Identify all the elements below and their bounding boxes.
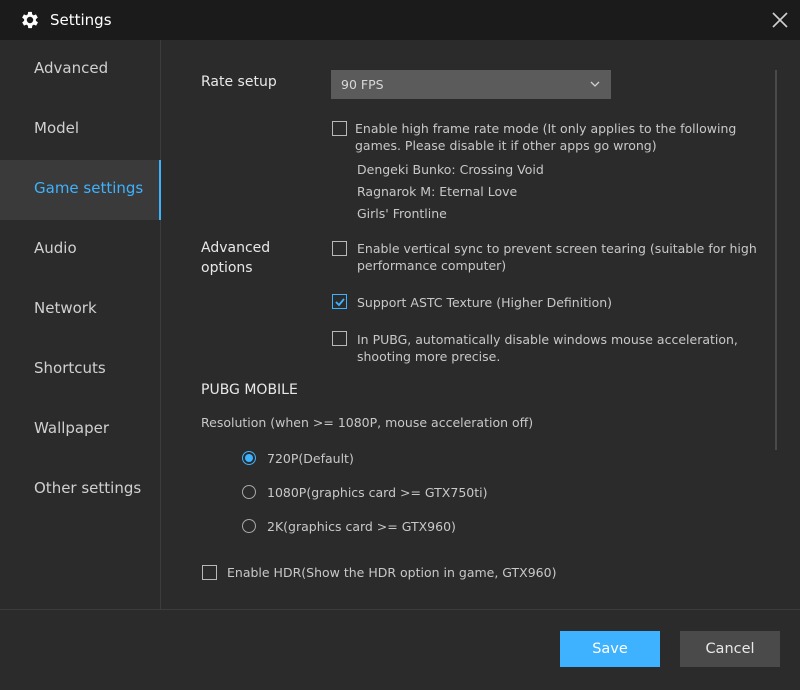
sidebar-item-wallpaper[interactable]: Wallpaper xyxy=(0,400,161,460)
pubg-mouse-label-line1: In PUBG, automatically disable windows m… xyxy=(357,332,738,347)
resolution-radio-1080p[interactable] xyxy=(242,485,256,499)
resolution-option-label: 1080P(graphics card >= GTX750ti) xyxy=(267,485,488,500)
sidebar-item-shortcuts[interactable]: Shortcuts xyxy=(0,340,161,400)
astc-texture-label: Support ASTC Texture (Higher Definition) xyxy=(357,295,613,310)
fps-select[interactable]: 90 FPS xyxy=(331,70,611,99)
high-frame-rate-label-line2: games. Please disable it if other apps g… xyxy=(355,138,657,153)
sidebar-item-label: Advanced xyxy=(34,59,109,77)
sidebar-nav: Advanced Model Game settings Audio Netwo… xyxy=(0,40,162,609)
window-title: Settings xyxy=(50,11,112,29)
sidebar-item-advanced[interactable]: Advanced xyxy=(0,40,161,100)
sidebar-item-game-settings[interactable]: Game settings xyxy=(0,160,162,220)
hdr-checkbox[interactable] xyxy=(202,565,217,580)
sidebar-item-label: Audio xyxy=(34,239,77,257)
cancel-button[interactable]: Cancel xyxy=(680,631,780,667)
resolution-radio-2k[interactable] xyxy=(242,519,256,533)
dialog-footer: Save Cancel xyxy=(0,609,800,690)
save-button[interactable]: Save xyxy=(560,631,660,667)
vsync-checkbox[interactable] xyxy=(332,241,347,256)
high-frame-rate-label-line1: Enable high frame rate mode (It only app… xyxy=(355,121,737,136)
fps-select-value: 90 FPS xyxy=(341,77,384,92)
vertical-scrollbar[interactable] xyxy=(775,70,777,450)
vsync-label-line1: Enable vertical sync to prevent screen t… xyxy=(357,241,757,256)
resolution-option-label: 720P(Default) xyxy=(267,451,354,466)
game-list-item: Girls' Frontline xyxy=(357,206,447,221)
resolution-option-label: 2K(graphics card >= GTX960) xyxy=(267,519,456,534)
close-icon[interactable] xyxy=(770,10,790,30)
sidebar-item-label: Other settings xyxy=(34,479,142,497)
pubg-mouse-checkbox[interactable] xyxy=(332,331,347,346)
sidebar-item-label: Shortcuts xyxy=(34,359,106,377)
pubg-section-title: PUBG MOBILE xyxy=(201,382,298,398)
settings-panel: Rate setup 90 FPS Enable high frame rate… xyxy=(161,40,800,609)
vsync-label-line2: performance computer) xyxy=(357,258,507,273)
sidebar-item-audio[interactable]: Audio xyxy=(0,220,161,280)
sidebar-item-label: Game settings xyxy=(34,179,144,197)
pubg-mouse-label-line2: shooting more precise. xyxy=(357,349,501,364)
game-list-item: Dengeki Bunko: Crossing Void xyxy=(357,162,544,177)
sidebar-item-label: Model xyxy=(34,119,80,137)
sidebar-item-network[interactable]: Network xyxy=(0,280,161,340)
rate-setup-label: Rate setup xyxy=(201,74,277,90)
hdr-label: Enable HDR(Show the HDR option in game, … xyxy=(227,565,557,580)
resolution-label: Resolution (when >= 1080P, mouse acceler… xyxy=(201,415,534,430)
sidebar-item-label: Network xyxy=(34,299,97,317)
chevron-down-icon xyxy=(590,81,600,87)
sidebar-item-label: Wallpaper xyxy=(34,419,110,437)
resolution-radio-720p[interactable] xyxy=(242,451,256,465)
advanced-options-label-line2: options xyxy=(201,260,253,276)
sidebar-item-other-settings[interactable]: Other settings xyxy=(0,460,161,520)
astc-texture-checkbox[interactable] xyxy=(332,294,347,309)
game-list-item: Ragnarok M: Eternal Love xyxy=(357,184,518,199)
sidebar-item-model[interactable]: Model xyxy=(0,100,161,160)
checkmark-icon xyxy=(335,298,345,307)
high-frame-rate-checkbox[interactable] xyxy=(332,121,347,136)
title-bar: Settings xyxy=(0,0,800,40)
advanced-options-label-line1: Advanced xyxy=(201,240,271,256)
gear-icon xyxy=(22,11,38,29)
